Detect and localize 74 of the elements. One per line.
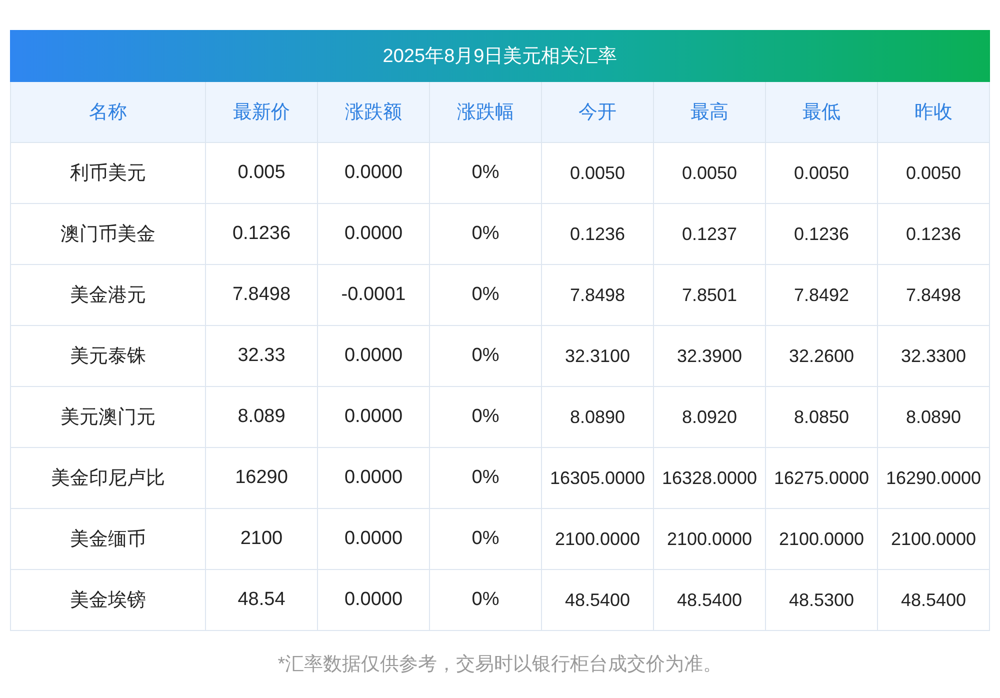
table-cell: 0.0000: [318, 570, 430, 631]
column-header: 最新价: [206, 82, 318, 143]
table-cell: 7.8498: [206, 265, 318, 326]
table-cell: 32.2600: [766, 326, 878, 387]
table-cell: 0.0050: [542, 143, 654, 204]
table-cell: 8.0890: [542, 387, 654, 448]
table-cell: 0.1236: [878, 204, 990, 265]
table-cell: 0%: [430, 143, 542, 204]
column-header: 涨跌幅: [430, 82, 542, 143]
table-cell: 美元澳门元: [11, 387, 206, 448]
table-cell: 32.3300: [878, 326, 990, 387]
table-cell: 0%: [430, 204, 542, 265]
table-cell: 0.005: [206, 143, 318, 204]
table-cell: 7.8498: [878, 265, 990, 326]
table-cell: 美金埃镑: [11, 570, 206, 631]
table-cell: 0.0000: [318, 326, 430, 387]
table-cell: 16290.0000: [878, 448, 990, 509]
table-cell: 48.54: [206, 570, 318, 631]
column-header: 最低: [766, 82, 878, 143]
table-cell: 7.8498: [542, 265, 654, 326]
table-cell: 0.0000: [318, 387, 430, 448]
column-header: 最高: [654, 82, 766, 143]
column-header: 昨收: [878, 82, 990, 143]
table-cell: 16275.0000: [766, 448, 878, 509]
table-cell: 2100.0000: [766, 509, 878, 570]
table-cell: 2100.0000: [654, 509, 766, 570]
table-cell: 0%: [430, 570, 542, 631]
table-cell: 2100.0000: [542, 509, 654, 570]
column-header: 涨跌额: [318, 82, 430, 143]
table-cell: 0.1237: [654, 204, 766, 265]
table-cell: 32.33: [206, 326, 318, 387]
column-header: 今开: [542, 82, 654, 143]
footnote: *汇率数据仅供参考，交易时以银行柜台成交价为准。: [276, 653, 724, 677]
table-cell: 32.3100: [542, 326, 654, 387]
table-cell: 0.0000: [318, 509, 430, 570]
table-cell: 48.5400: [542, 570, 654, 631]
table-cell: 0.0000: [318, 204, 430, 265]
table-cell: 8.089: [206, 387, 318, 448]
table-cell: 8.0920: [654, 387, 766, 448]
table-cell: 美元泰铢: [11, 326, 206, 387]
table-cell: 0%: [430, 326, 542, 387]
table-cell: 0%: [430, 509, 542, 570]
table-cell: 0%: [430, 448, 542, 509]
table-title: 2025年8月9日美元相关汇率: [10, 30, 990, 82]
table-cell: 0.1236: [766, 204, 878, 265]
table-cell: 7.8492: [766, 265, 878, 326]
table-cell: 0.1236: [206, 204, 318, 265]
column-header: 名称: [11, 82, 206, 143]
table-cell: 0.0000: [318, 143, 430, 204]
table-cell: 0.0000: [318, 448, 430, 509]
table-cell: 2100: [206, 509, 318, 570]
table-cell: 2100.0000: [878, 509, 990, 570]
table-cell: 美金印尼卢比: [11, 448, 206, 509]
table-cell: 48.5400: [654, 570, 766, 631]
table-cell: 32.3900: [654, 326, 766, 387]
table-cell: 16305.0000: [542, 448, 654, 509]
table-cell: 0%: [430, 387, 542, 448]
table-cell: 0.1236: [542, 204, 654, 265]
table-cell: -0.0001: [318, 265, 430, 326]
table-cell: 0.0050: [654, 143, 766, 204]
table-cell: 48.5300: [766, 570, 878, 631]
table-cell: 7.8501: [654, 265, 766, 326]
table-cell: 8.0850: [766, 387, 878, 448]
table-cell: 利币美元: [11, 143, 206, 204]
table-cell: 48.5400: [878, 570, 990, 631]
table-cell: 美金港元: [11, 265, 206, 326]
table-cell: 8.0890: [878, 387, 990, 448]
table-cell: 16290: [206, 448, 318, 509]
table-cell: 澳门币美金: [11, 204, 206, 265]
table-cell: 美金缅币: [11, 509, 206, 570]
table-cell: 0.0050: [878, 143, 990, 204]
table-cell: 0.0050: [766, 143, 878, 204]
table-cell: 0%: [430, 265, 542, 326]
table-cell: 16328.0000: [654, 448, 766, 509]
